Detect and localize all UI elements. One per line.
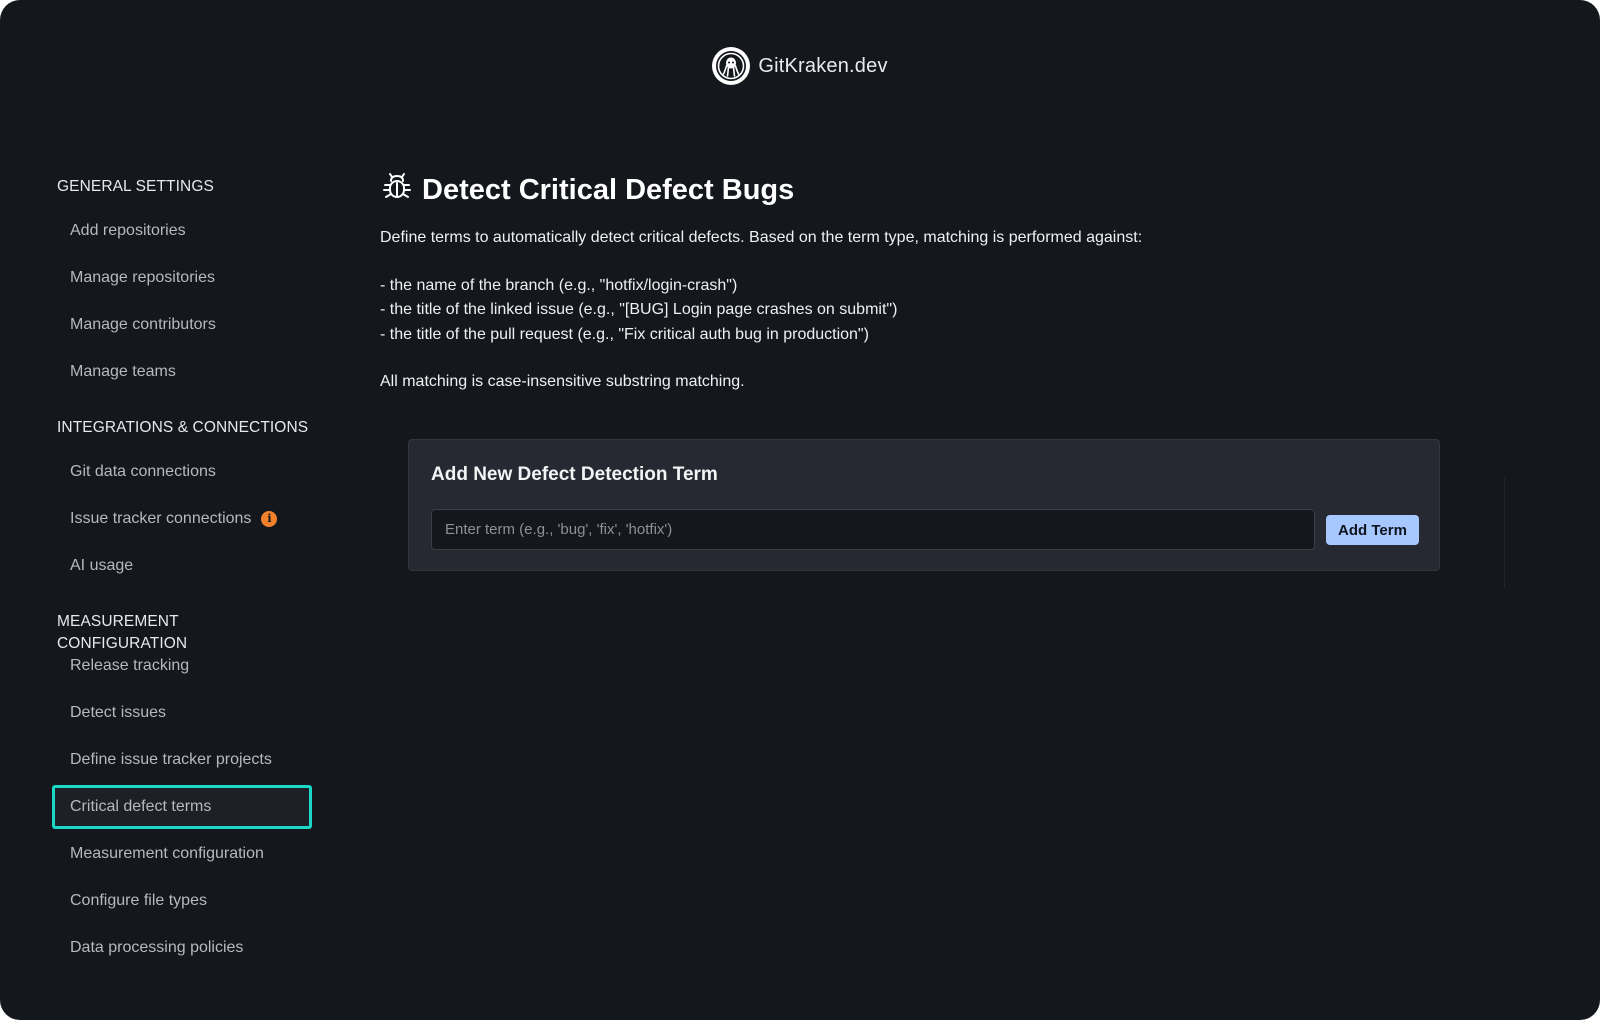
- card-title: Add New Defect Detection Term: [431, 464, 718, 485]
- main-content: Detect Critical Defect Bugs Define terms…: [380, 170, 1480, 571]
- sidebar-item-label: Add repositories: [70, 222, 186, 239]
- sidebar-section-integrations: INTEGRATIONS & CONNECTIONS Git data conn…: [52, 417, 312, 588]
- sidebar-item-label: Critical defect terms: [70, 798, 212, 815]
- section-title-general: GENERAL SETTINGS: [57, 178, 214, 195]
- sidebar-item-label: Issue tracker connections: [70, 510, 252, 527]
- sidebar-item-manage-teams[interactable]: Manage teams: [52, 350, 312, 394]
- sidebar-item-label: Data processing policies: [70, 939, 244, 956]
- sidebar-item-define-issue-tracker-projects[interactable]: Define issue tracker projects: [52, 738, 312, 782]
- description-bullet: - the title of the linked issue (e.g., "…: [380, 301, 898, 318]
- section-title-integrations: INTEGRATIONS & CONNECTIONS: [57, 419, 309, 436]
- sidebar-item-issue-tracker-connections[interactable]: Issue tracker connections i: [52, 497, 312, 541]
- sidebar-item-label: Measurement configuration: [70, 845, 264, 862]
- description-intro: Define terms to automatically detect cri…: [380, 229, 1143, 246]
- sidebar-item-label: AI usage: [70, 557, 134, 574]
- sidebar-item-manage-contributors[interactable]: Manage contributors: [52, 303, 312, 347]
- brand-header[interactable]: GitKraken.dev: [0, 46, 1600, 86]
- description-bullet: - the name of the branch (e.g., "hotfix/…: [380, 276, 738, 294]
- sidebar-item-configure-file-types[interactable]: Configure file types: [52, 879, 312, 923]
- sidebar-item-add-repositories[interactable]: Add repositories: [52, 209, 312, 253]
- gitkraken-logo-icon: [712, 47, 751, 85]
- scrollbar-track[interactable]: [1504, 478, 1505, 588]
- sidebar-item-label: Release tracking: [70, 657, 190, 674]
- sidebar-item-label: Manage teams: [70, 363, 176, 380]
- sidebar-item-label: Git data connections: [70, 463, 216, 480]
- sidebar-item-label: Define issue tracker projects: [70, 751, 272, 768]
- sidebar-item-label: Detect issues: [70, 704, 167, 721]
- term-input[interactable]: [431, 509, 1315, 550]
- sidebar-section-measurement: MEASUREMENT CONFIGURATION Release tracki…: [52, 611, 312, 970]
- settings-sidebar: GENERAL SETTINGS Add repositories Manage…: [52, 176, 312, 970]
- sidebar-item-label: Manage repositories: [70, 269, 215, 286]
- description-note: All matching is case-insensitive substri…: [380, 373, 745, 390]
- description-bullet: - the title of the pull request (e.g., "…: [380, 325, 869, 343]
- page-title: Detect Critical Defect Bugs: [380, 170, 1480, 210]
- sidebar-item-detect-issues[interactable]: Detect issues: [52, 691, 312, 735]
- app-window: GitKraken.dev GENERAL SETTINGS Add repos…: [0, 0, 1600, 1020]
- sidebar-item-measurement-configuration[interactable]: Measurement configuration: [52, 832, 312, 876]
- page-description: Define terms to automatically detect cri…: [380, 226, 1480, 395]
- sidebar-item-critical-defect-terms[interactable]: Critical defect terms: [52, 785, 312, 829]
- sidebar-item-label: Manage contributors: [70, 316, 216, 333]
- sidebar-item-ai-usage[interactable]: AI usage: [52, 544, 312, 588]
- bug-icon: [380, 169, 414, 211]
- info-icon[interactable]: i: [261, 511, 278, 527]
- sidebar-item-git-data-connections[interactable]: Git data connections: [52, 450, 312, 494]
- sidebar-item-data-processing-policies[interactable]: Data processing policies: [52, 926, 312, 970]
- sidebar-section-general: GENERAL SETTINGS Add repositories Manage…: [52, 176, 312, 394]
- add-term-button[interactable]: Add Term: [1326, 515, 1419, 545]
- page-title-text: Detect Critical Defect Bugs: [422, 173, 795, 206]
- sidebar-item-label: Configure file types: [70, 892, 207, 909]
- section-title-measurement: MEASUREMENT CONFIGURATION: [57, 613, 188, 652]
- sidebar-item-manage-repositories[interactable]: Manage repositories: [52, 256, 312, 300]
- brand-name: GitKraken.dev: [758, 54, 888, 77]
- add-term-card: Add New Defect Detection Term Add Term: [408, 439, 1440, 571]
